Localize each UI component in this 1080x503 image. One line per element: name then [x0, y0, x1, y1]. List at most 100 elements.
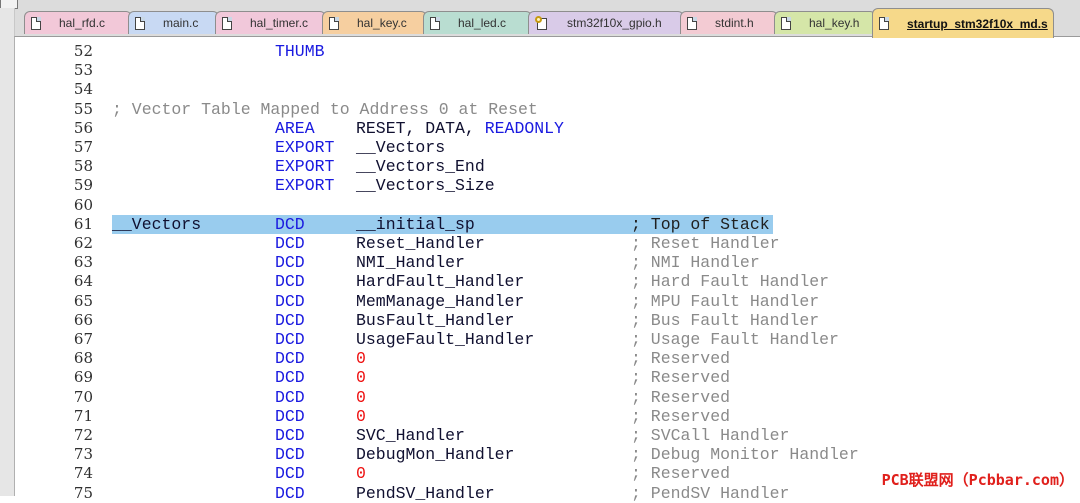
code-operand: SVC_Handler [356, 426, 465, 445]
code-directive: DCD [275, 349, 305, 369]
code-directive: DCD [275, 426, 305, 445]
code-comment: ; NMI Handler [631, 253, 760, 273]
code-operand: PendSV_Handler [356, 483, 495, 503]
line-number: 59 [73, 176, 93, 195]
code-line[interactable]: 53 [15, 61, 1080, 80]
file-tab-label: startup_stm32f10x_md.s [907, 16, 1048, 31]
code-directive: DCD [275, 253, 305, 273]
code-comment: ; Reserved [631, 464, 731, 484]
file-tab[interactable]: main.c [128, 11, 219, 34]
code-comment: ; PendSV Handler [631, 483, 790, 503]
code-number: 0 [356, 368, 366, 388]
file-tab[interactable]: hal_key.h [774, 11, 876, 34]
code-operand: __Vectors [356, 138, 446, 157]
line-number: 56 [73, 118, 93, 137]
line-number: 55 [73, 99, 93, 118]
code-comment: ; Hard Fault Handler [631, 272, 830, 292]
code-line[interactable]: 58 EXPORT __Vectors_End [15, 157, 1080, 176]
code-directive: DCD [275, 368, 305, 388]
file-icon [135, 16, 145, 30]
file-tab-label: hal_led.c [458, 16, 507, 30]
code-number: 0 [356, 387, 366, 407]
file-tab[interactable]: stm32f10x_gpio.h [528, 11, 684, 34]
file-tab-label: hal_key.h [809, 16, 860, 30]
code-line[interactable]: 70 DCD 0 ; Reserved [15, 388, 1080, 407]
line-number: 71 [73, 406, 93, 425]
file-tab[interactable]: hal_led.c [423, 11, 532, 34]
file-icon [879, 17, 889, 30]
code-comment: ; Debug Monitor Handler [631, 445, 859, 465]
line-number: 58 [73, 157, 93, 176]
code-line[interactable]: 73 DCD DebugMon_Handler ; Debug Monitor Han… [15, 445, 1080, 464]
editor-left-margin [0, 8, 15, 496]
code-operand: __initial_sp [356, 214, 475, 234]
code-line[interactable]: 57 EXPORT __Vectors [15, 138, 1080, 157]
code-editor[interactable]: 52 THUMB 53 54 55 ; Vector Table Mapped to Ad… [14, 36, 1080, 503]
code-operand: __Vectors_Size [356, 176, 495, 196]
code-line[interactable]: 67 DCD UsageFault_Handler ; Usage Fault Han… [15, 330, 1080, 349]
code-comment: ; Reset Handler [631, 234, 780, 253]
file-tab-label: stm32f10x_gpio.h [567, 16, 662, 30]
file-icon [329, 16, 339, 30]
code-line[interactable]: 55 ; Vector Table Mapped to Address 0 at … [15, 100, 1080, 119]
code-line[interactable]: 52 THUMB [15, 42, 1080, 61]
code-directive: EXPORT [275, 138, 335, 157]
file-tab-label: hal_rfd.c [59, 16, 106, 30]
file-tab[interactable]: stdint.h [680, 11, 778, 34]
code-line[interactable]: 69 DCD 0 ; Reserved [15, 368, 1080, 387]
code-line[interactable]: 71 DCD 0 ; Reserved [15, 407, 1080, 426]
code-directive: DCD [275, 310, 305, 330]
file-tab[interactable]: hal_key.c [322, 11, 427, 34]
code-line[interactable]: 68 DCD 0 ; Reserved [15, 349, 1080, 368]
code-line[interactable]: 54 [15, 80, 1080, 99]
code-operand: UsageFault_Handler [356, 330, 535, 349]
file-icon [687, 16, 697, 30]
code-label: __Vectors [112, 214, 202, 234]
file-tab-bar: hal_rfd.c main.c hal_timer.c hal_key.c hal_l… [24, 8, 1080, 38]
gpio-file-icon [535, 16, 549, 30]
line-number: 62 [73, 234, 93, 252]
code-comment: ; Reserved [631, 387, 731, 407]
code-line[interactable]: 66 DCD BusFault_Handler ; Bus Fault Handler [15, 311, 1080, 330]
file-tab[interactable]: hal_rfd.c [24, 11, 132, 34]
code-directive: DCD [275, 445, 305, 465]
code-line[interactable]: 63 DCD NMI_Handler ; NMI Handler [15, 253, 1080, 272]
watermark-text: PCB联盟网（Pcbbar.com） [881, 471, 1074, 489]
line-number: 66 [73, 310, 93, 329]
code-comment: ; Reserved [631, 406, 731, 426]
code-line[interactable]: 64 DCD HardFault_Handler ; Hard Fault Handl… [15, 272, 1080, 291]
code-comment: ; Bus Fault Handler [631, 310, 820, 330]
code-line[interactable]: 60 [15, 196, 1080, 215]
code-number: 0 [356, 349, 366, 369]
code-directive: DCD [275, 330, 305, 349]
code-directive: DCD [275, 387, 305, 407]
code-line[interactable]: 65 DCD MemManage_Handler ; MPU Fault Handle… [15, 292, 1080, 311]
code-directive: DCD [275, 406, 305, 426]
code-line[interactable]: 72 DCD SVC_Handler ; SVCall Handler [15, 426, 1080, 445]
code-directive: THUMB [275, 42, 325, 61]
code-line[interactable]: 59 EXPORT __Vectors_Size [15, 176, 1080, 195]
code-operand: NMI_Handler [356, 253, 465, 273]
line-number: 57 [73, 138, 93, 156]
code-operand: HardFault_Handler [356, 272, 525, 292]
code-line[interactable]: 61 __Vectors DCD __initial_sp ; Top of Stack [15, 214, 1080, 234]
code-comment: ; SVCall Handler [631, 426, 790, 445]
file-tab-label: hal_key.c [357, 16, 407, 30]
code-number: 0 [356, 464, 366, 484]
code-operand: __Vectors_End [356, 157, 485, 177]
code-line[interactable]: 56 AREA RESET, DATA, READONLY [15, 119, 1080, 138]
code-comment: ; Top of Stack [631, 214, 770, 234]
file-icon [781, 16, 791, 30]
code-line[interactable]: 62 DCD Reset_Handler ; Reset Handler [15, 234, 1080, 253]
code-comment: ; Reserved [631, 368, 731, 388]
line-number: 72 [73, 426, 93, 444]
file-tab[interactable]: hal_timer.c [215, 11, 326, 34]
line-number: 69 [73, 368, 93, 387]
code-comment: ; Vector Table Mapped to Address 0 at Re… [112, 99, 538, 119]
file-tab[interactable]: startup_stm32f10x_md.s [872, 8, 1054, 38]
code-directive: DCD [275, 483, 305, 503]
file-tab-label: main.c [163, 16, 199, 30]
code-directive: DCD [275, 234, 305, 253]
file-icon [222, 16, 232, 30]
line-number: 60 [73, 195, 93, 214]
